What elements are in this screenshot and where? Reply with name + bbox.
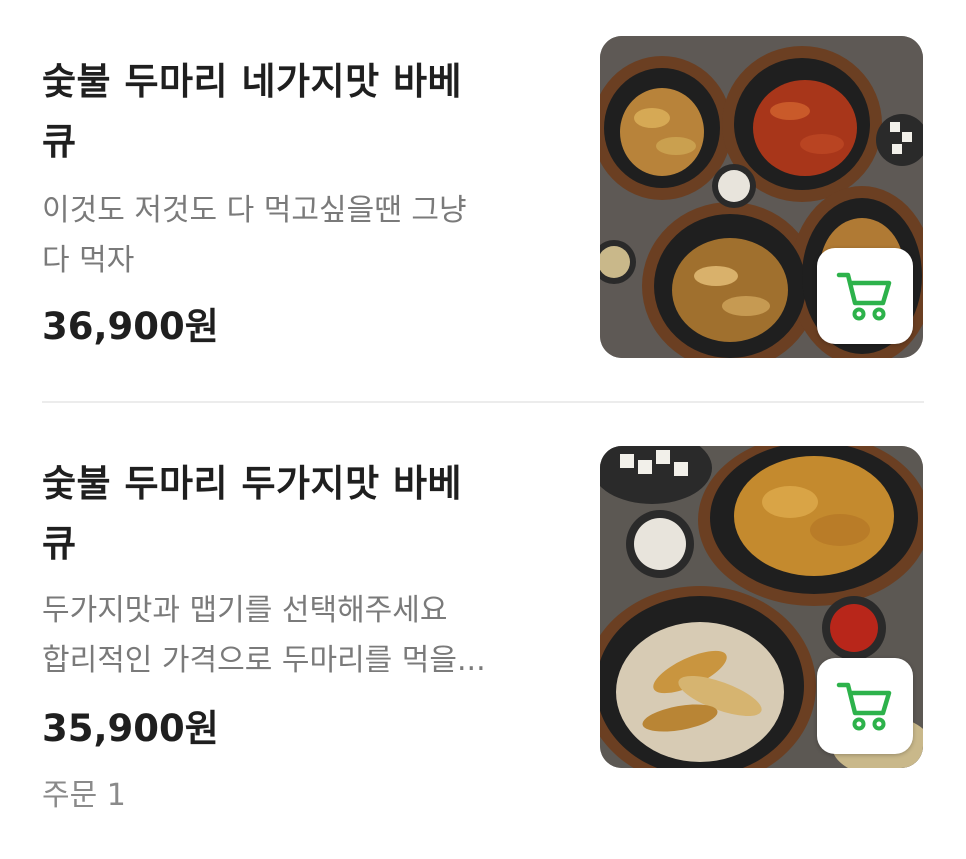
description-line: 합리적인 가격으로 두마리를 먹을... [42,643,486,678]
menu-item-price: 36,900원 [42,305,219,348]
menu-item[interactable]: 숯불 두마리 두가지맛 바베 큐 두가지맛과 맵기를 선택해주세요 합리적인 가… [0,404,966,859]
menu-item-description: 이것도 저것도 다 먹고싶을땐 그냥 다 먹자 [42,186,562,286]
divider [42,401,924,403]
description-line: 두가지맛과 맵기를 선택해주세요 [42,593,448,628]
title-line: 숯불 두마리 네가지맛 바베 [42,60,463,103]
menu-item[interactable]: 숯불 두마리 네가지맛 바베 큐 이것도 저것도 다 먹고싶을땐 그냥 다 먹자… [0,0,966,400]
menu-item-title: 숯불 두마리 두가지맛 바베 큐 [42,454,562,574]
order-count: 주문 1 [42,778,126,813]
title-line: 숯불 두마리 두가지맛 바베 [42,462,463,505]
shopping-cart-icon [836,272,892,321]
menu-item-price: 35,900원 [42,707,219,750]
title-line: 큐 [42,120,77,163]
menu-list: 숯불 두마리 네가지맛 바베 큐 이것도 저것도 다 먹고싶을땐 그냥 다 먹자… [0,0,966,859]
title-line: 큐 [42,522,77,565]
shopping-cart-icon [836,682,892,731]
description-line: 다 먹자 [42,243,135,278]
add-to-cart-button[interactable] [817,658,913,754]
menu-item-title: 숯불 두마리 네가지맛 바베 큐 [42,52,562,172]
description-line: 이것도 저것도 다 먹고싶을땐 그냥 [42,193,467,228]
add-to-cart-button[interactable] [817,248,913,344]
food-photo[interactable] [600,446,923,768]
food-photo[interactable] [600,36,923,358]
menu-item-description: 두가지맛과 맵기를 선택해주세요 합리적인 가격으로 두마리를 먹을... [42,586,562,686]
